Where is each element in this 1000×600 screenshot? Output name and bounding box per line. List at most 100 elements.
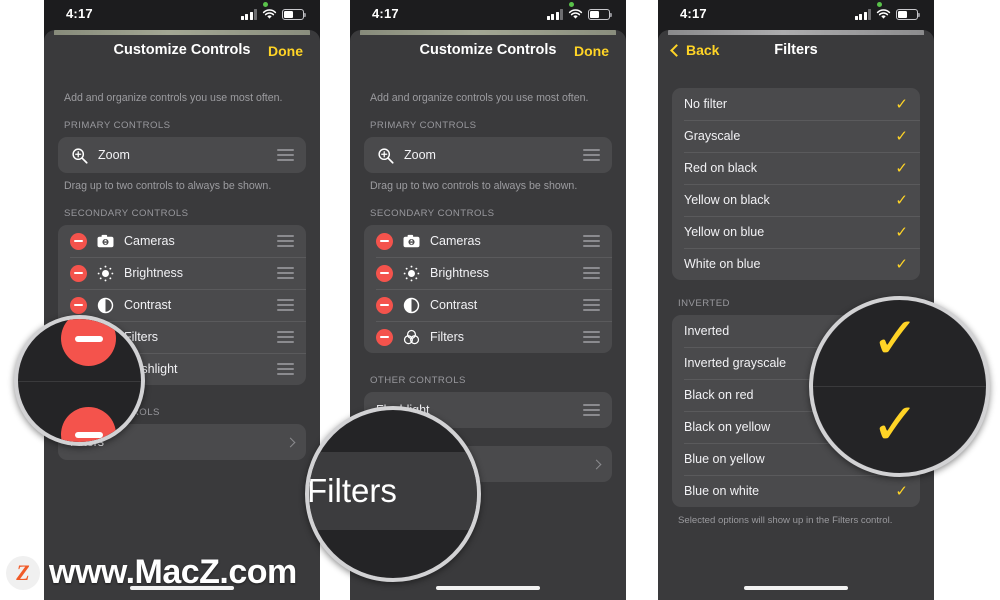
watermark-badge: Z bbox=[6, 555, 40, 590]
remove-button[interactable] bbox=[376, 328, 393, 346]
checkmark-icon: ✓ bbox=[871, 306, 920, 371]
row-divider bbox=[18, 381, 141, 382]
remove-button[interactable] bbox=[61, 407, 116, 442]
zoom-in-icon bbox=[376, 147, 395, 164]
list-item-yellow-on-black[interactable]: Yellow on black ✓ bbox=[672, 184, 920, 216]
list-item-white-on-blue[interactable]: White on blue ✓ bbox=[672, 248, 920, 280]
nav-bar: Customize Controls Done bbox=[44, 30, 320, 74]
list-item-label: Red on black bbox=[684, 161, 757, 175]
list-item-label: Cameras bbox=[430, 234, 481, 248]
remove-button[interactable] bbox=[70, 264, 87, 282]
list-item-no-filter[interactable]: No filter ✓ bbox=[672, 88, 920, 120]
drag-handle-icon[interactable] bbox=[277, 235, 294, 247]
list-item-contrast[interactable]: Contrast bbox=[364, 289, 612, 321]
chevron-right-icon bbox=[591, 459, 602, 469]
drag-handle-icon[interactable] bbox=[277, 299, 294, 311]
checkmark-icon: ✓ bbox=[895, 159, 908, 177]
secondary-controls-group: Cameras Brightness bbox=[364, 225, 612, 353]
zoom-in-icon bbox=[70, 147, 89, 164]
checkmark-icon: ✓ bbox=[895, 127, 908, 145]
remove-button[interactable] bbox=[376, 264, 393, 282]
cellular-bars-icon bbox=[240, 9, 257, 20]
list-item-yellow-on-blue[interactable]: Yellow on blue ✓ bbox=[672, 216, 920, 248]
list-item-blue-on-white[interactable]: Blue on white ✓ bbox=[672, 475, 920, 507]
list-item-zoom[interactable]: Zoom bbox=[58, 137, 306, 173]
list-item-zoom[interactable]: Zoom bbox=[364, 137, 612, 173]
filters-footnote: Selected options will show up in the Fil… bbox=[678, 515, 893, 526]
filters-row-magnifier: Filters bbox=[305, 406, 481, 582]
list-item-label: Yellow on blue bbox=[684, 225, 765, 239]
green-status-dot bbox=[263, 2, 268, 7]
list-item-grayscale[interactable]: Grayscale ✓ bbox=[672, 120, 920, 152]
battery-icon bbox=[588, 9, 613, 20]
brightness-icon bbox=[96, 265, 115, 282]
status-bar-time: 4:17 bbox=[66, 6, 93, 21]
list-item-brightness[interactable]: Brightness bbox=[364, 257, 612, 289]
remove-button[interactable] bbox=[376, 232, 393, 250]
camera-icon bbox=[96, 234, 115, 248]
list-item-brightness[interactable]: Brightness bbox=[58, 257, 306, 289]
wifi-icon bbox=[568, 9, 583, 19]
wifi-icon bbox=[262, 9, 277, 19]
chevron-right-icon bbox=[285, 437, 296, 447]
list-item-label: Yellow on black bbox=[684, 193, 770, 207]
home-indicator bbox=[744, 586, 848, 590]
remove-button[interactable] bbox=[70, 232, 87, 250]
drag-handle-icon[interactable] bbox=[277, 149, 294, 161]
checkmark-icon: ✓ bbox=[895, 95, 908, 113]
top-hint-text: Add and organize controls you use most o… bbox=[370, 92, 589, 104]
drag-handle-icon[interactable] bbox=[583, 404, 600, 416]
other-controls-header: OTHER CONTROLS bbox=[370, 375, 466, 386]
list-item-label: Filters bbox=[309, 472, 397, 509]
list-item-label: Zoom bbox=[404, 148, 436, 162]
secondary-controls-header: SECONDARY CONTROLS bbox=[64, 208, 189, 219]
list-item-label: Contrast bbox=[124, 298, 172, 312]
primary-hint-text: Drag up to two controls to always be sho… bbox=[370, 180, 578, 192]
drag-handle-icon[interactable] bbox=[583, 299, 600, 311]
list-item-label: White on blue bbox=[684, 257, 761, 271]
checkmark-icon: ✓ bbox=[895, 223, 908, 241]
list-item-label: Filters bbox=[124, 330, 159, 344]
list-item-cameras[interactable]: Cameras bbox=[364, 225, 612, 257]
primary-hint-text: Drag up to two controls to always be sho… bbox=[64, 180, 272, 192]
list-item-label: Cameras bbox=[124, 234, 175, 248]
watermark: Z www.MacZ.com bbox=[6, 553, 297, 592]
status-bar-time: 4:17 bbox=[372, 6, 399, 21]
remove-buttons-magnifier bbox=[14, 315, 145, 446]
list-item-label: Contrast bbox=[430, 298, 478, 312]
top-hint-text: Add and organize controls you use most o… bbox=[64, 92, 283, 104]
list-item-label: Brightness bbox=[124, 266, 184, 280]
remove-button[interactable] bbox=[61, 319, 116, 366]
primary-controls-group: Zoom bbox=[58, 137, 306, 173]
secondary-controls-header: SECONDARY CONTROLS bbox=[370, 208, 495, 219]
drag-handle-icon[interactable] bbox=[277, 363, 294, 375]
list-item-filters[interactable]: Filters bbox=[364, 321, 612, 353]
drag-handle-icon[interactable] bbox=[583, 267, 600, 279]
page-title: Filters bbox=[774, 42, 818, 58]
watermark-text: www.MacZ.com bbox=[49, 553, 297, 591]
list-item-red-on-black[interactable]: Red on black ✓ bbox=[672, 152, 920, 184]
magnifier-content: ✓ ✓ bbox=[813, 300, 986, 473]
checkmark-icon: ✓ bbox=[895, 191, 908, 209]
magnifier-content: Filters bbox=[309, 410, 477, 578]
remove-button[interactable] bbox=[70, 296, 87, 314]
list-item-label: Blue on white bbox=[684, 484, 760, 498]
list-item-cameras[interactable]: Cameras bbox=[58, 225, 306, 257]
drag-handle-icon[interactable] bbox=[583, 149, 600, 161]
list-item-label: Flashlight bbox=[124, 362, 178, 376]
camera-icon bbox=[402, 234, 421, 248]
remove-button[interactable] bbox=[376, 296, 393, 314]
done-button[interactable]: Done bbox=[268, 43, 303, 59]
list-item-label: Filters bbox=[430, 330, 465, 344]
brightness-icon bbox=[402, 265, 421, 282]
filters-icon bbox=[402, 329, 421, 346]
list-item-filters-other[interactable]: Filters bbox=[309, 452, 477, 530]
status-bar-time: 4:17 bbox=[680, 6, 707, 21]
drag-handle-icon[interactable] bbox=[277, 267, 294, 279]
drag-handle-icon[interactable] bbox=[583, 235, 600, 247]
done-button[interactable]: Done bbox=[574, 43, 609, 59]
drag-handle-icon[interactable] bbox=[277, 331, 294, 343]
screenshot-stage: 4:17 Customize Controls Done Add and org… bbox=[0, 0, 1000, 600]
drag-handle-icon[interactable] bbox=[583, 331, 600, 343]
status-bar: 4:17 bbox=[350, 0, 626, 30]
